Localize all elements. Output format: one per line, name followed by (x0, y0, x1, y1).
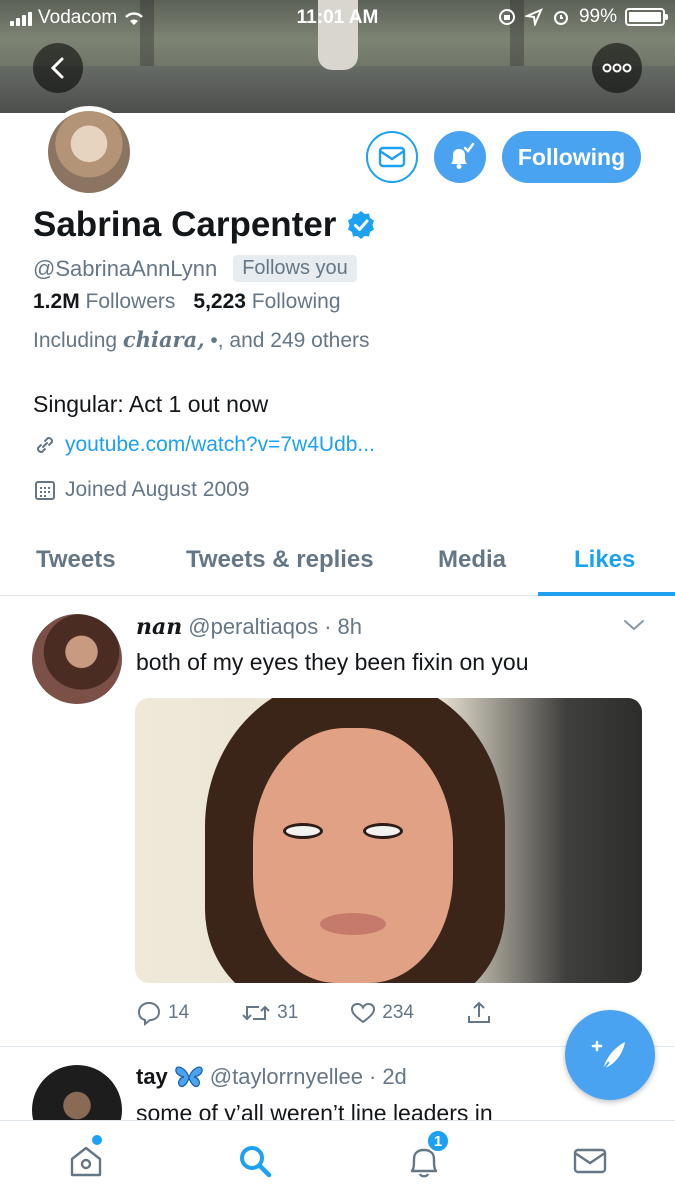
back-button[interactable] (33, 43, 83, 93)
tweet-separator: · (324, 614, 332, 639)
share-icon (467, 1001, 490, 1023)
more-options-button[interactable] (592, 43, 642, 93)
battery-icon (625, 8, 668, 26)
home-icon (70, 1146, 102, 1177)
followers-you-know[interactable]: Including chiara, •, and 249 others (33, 327, 370, 353)
profile-name-row: Sabrina Carpenter (33, 205, 376, 245)
reply-button[interactable]: 14 (136, 1000, 189, 1026)
alarm-icon (553, 11, 568, 25)
more-icon (602, 63, 632, 73)
nav-messages[interactable] (568, 1139, 612, 1183)
profile-link-text[interactable]: youtube.com/watch?v=7w4Udb... (65, 433, 375, 457)
compose-tweet-button[interactable] (565, 1010, 655, 1100)
home-new-dot (92, 1135, 102, 1145)
chevron-down-icon[interactable] (622, 618, 646, 632)
followers-count: 1.2M (33, 290, 80, 313)
following-count: 5,223 (193, 290, 246, 313)
tweet-separator: · (368, 1064, 377, 1089)
tweet-time: 2d (382, 1064, 407, 1089)
reply-count: 14 (168, 1002, 190, 1023)
location-icon (524, 8, 543, 26)
profile-link[interactable]: youtube.com/watch?v=7w4Udb... (33, 433, 375, 457)
tweet-media-image[interactable] (135, 698, 642, 983)
tweet-avatar[interactable] (32, 614, 122, 704)
compose-feather-icon (591, 1040, 625, 1073)
reply-icon (137, 1001, 161, 1026)
including-mid: •, (210, 329, 230, 352)
message-button[interactable] (366, 131, 418, 183)
tweet-actions: 14 31 234 (136, 1000, 492, 1026)
chevron-left-icon (50, 57, 64, 79)
tweet-author-name[interactable]: tay (136, 1064, 168, 1090)
follows-you-badge: Follows you (233, 255, 357, 282)
calendar-icon (35, 481, 55, 500)
profile-tabs: Tweets Tweets & replies Media Likes (0, 532, 675, 596)
messages-mail-icon (573, 1148, 607, 1174)
following-stat[interactable]: 5,223 Following (193, 290, 340, 314)
battery-percent: 99% (578, 6, 617, 27)
tab-likes[interactable]: Likes (574, 546, 635, 574)
tab-tweets-replies[interactable]: Tweets & replies (186, 546, 374, 574)
tweet-header: tay @taylorrnyellee · 2d (136, 1064, 407, 1090)
nav-search[interactable] (233, 1139, 277, 1183)
bottom-navigation: 1 (0, 1120, 675, 1200)
verified-badge-icon (348, 211, 375, 239)
heart-icon (351, 1002, 376, 1024)
butterfly-emoji-icon (175, 1066, 203, 1088)
including-suffix: and 249 others (229, 329, 370, 352)
joined-date: Joined August 2009 (33, 478, 250, 502)
link-icon (36, 436, 54, 454)
like-button[interactable]: 234 (350, 1001, 414, 1025)
status-bar: Vodacom 11:01 AM 99% (0, 0, 675, 36)
tab-media[interactable]: Media (438, 546, 506, 574)
profile-handle: @SabrinaAnnLynn (33, 255, 218, 281)
follow-stats: 1.2M Followers 5,223 Following (33, 290, 341, 314)
profile-bio: Singular: Act 1 out now (33, 391, 269, 417)
share-button[interactable] (466, 1000, 492, 1026)
retweet-count: 31 (277, 1002, 299, 1023)
search-icon (240, 1146, 272, 1178)
including-prefix: Including (33, 329, 118, 352)
bell-check-icon (451, 142, 475, 169)
profile-name: Sabrina Carpenter (33, 205, 337, 244)
tweet-author-handle[interactable]: @peraltiaqos (188, 614, 318, 640)
nav-notifications[interactable]: 1 (402, 1129, 450, 1183)
mail-icon (378, 146, 406, 168)
tweet-author-name[interactable]: nan (136, 614, 182, 640)
orientation-lock-icon (498, 9, 515, 25)
followers-label: Followers (85, 290, 176, 313)
handle-row: @SabrinaAnnLynn Follows you (33, 255, 357, 282)
tweet-time: 8h (337, 614, 363, 639)
retweet-button[interactable]: 31 (241, 1001, 298, 1025)
including-name: chiara, (122, 327, 205, 352)
tab-tweets[interactable]: Tweets (36, 546, 116, 574)
notifications-toggle-button[interactable] (434, 131, 486, 183)
following-label: Following (251, 290, 341, 313)
active-tab-indicator (538, 592, 675, 596)
following-button[interactable]: Following (502, 131, 641, 183)
tweet-text: both of my eyes they been fixin on you (136, 649, 529, 675)
tweet-header: nan @peraltiaqos · 8h (136, 614, 362, 640)
like-count: 234 (382, 1002, 414, 1023)
nav-home[interactable] (64, 1135, 108, 1183)
tweet-author-handle[interactable]: @taylorrnyellee (210, 1064, 363, 1090)
followers-stat[interactable]: 1.2M Followers (33, 290, 175, 314)
notifications-badge: 1 (426, 1129, 450, 1153)
retweet-icon (242, 1005, 270, 1021)
joined-text: Joined August 2009 (65, 478, 250, 501)
profile-avatar[interactable] (43, 106, 135, 198)
